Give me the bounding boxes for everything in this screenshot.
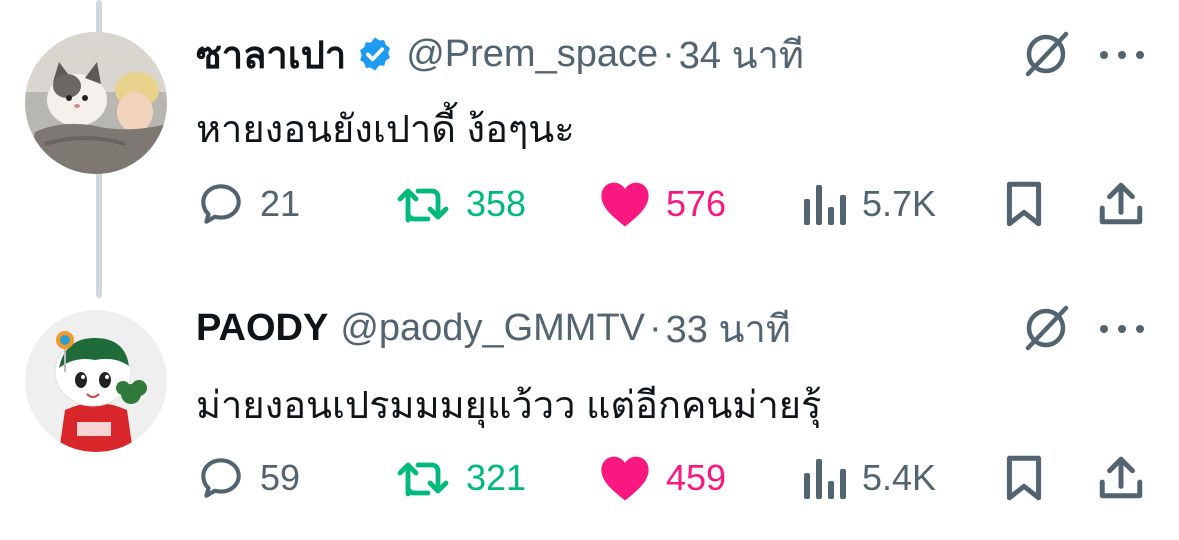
- separator: ·: [662, 32, 675, 75]
- reply-button[interactable]: 21: [196, 174, 300, 234]
- tweet-1[interactable]: ซาลาเปา @Prem_space · 34 นาที หายงอนยังเ…: [0, 0, 1179, 270]
- share-icon: [1099, 456, 1143, 499]
- action-bar: 21 358 576 5.7K: [0, 174, 1179, 234]
- views-icon: [804, 459, 846, 499]
- bookmark-button[interactable]: [1002, 448, 1046, 508]
- reply-icon: [201, 458, 241, 498]
- share-button[interactable]: [1098, 174, 1144, 234]
- views-button[interactable]: 5.7K: [802, 174, 936, 234]
- reply-button[interactable]: 59: [196, 448, 300, 508]
- like-button[interactable]: 459: [598, 448, 726, 508]
- bookmark-icon: [1006, 181, 1042, 227]
- tweet-text: หายงอนยังเปาดี้ ง้อๆนะ: [196, 109, 575, 151]
- grok-icon[interactable]: [1018, 26, 1074, 82]
- heart-icon: [601, 456, 649, 501]
- action-bar: 59 321 459 5.4K: [0, 448, 1179, 508]
- timestamp[interactable]: 34 นาที: [679, 24, 804, 85]
- retweet-icon: [397, 462, 449, 497]
- reply-count: 21: [260, 183, 301, 224]
- share-button[interactable]: [1098, 448, 1144, 508]
- retweet-count: 321: [466, 457, 527, 498]
- separator: ·: [649, 306, 662, 349]
- reply-icon: [201, 184, 241, 224]
- retweet-button[interactable]: 358: [396, 174, 526, 234]
- like-button[interactable]: 576: [598, 174, 726, 234]
- bookmark-icon: [1006, 455, 1042, 501]
- timestamp[interactable]: 33 นาที: [666, 298, 791, 359]
- like-count: 576: [666, 183, 727, 224]
- avatar-paody[interactable]: [25, 310, 167, 452]
- tweet-2[interactable]: PAODY @paody_GMMTV · 33 นาที ม่ายงอนเปรม…: [0, 270, 1179, 540]
- tweet-header: PAODY @paody_GMMTV · 33 นาที: [196, 298, 791, 358]
- more-icon[interactable]: [1096, 319, 1148, 339]
- retweet-icon: [397, 188, 449, 223]
- views-icon: [804, 185, 846, 225]
- grok-icon[interactable]: [1018, 300, 1074, 356]
- tweet-text: ม่ายงอนเปรมมมยุแว้วว แต่อีกคนม่ายรุ้: [196, 385, 822, 427]
- more-icon[interactable]: [1096, 45, 1148, 65]
- handle[interactable]: @paody_GMMTV: [340, 307, 645, 350]
- heart-icon: [601, 182, 649, 227]
- like-count: 459: [666, 457, 727, 498]
- reply-count: 59: [260, 457, 301, 498]
- bookmark-button[interactable]: [1002, 174, 1046, 234]
- views-count: 5.7K: [862, 183, 937, 224]
- views-button[interactable]: 5.4K: [802, 448, 936, 508]
- avatar-prem-space[interactable]: [25, 32, 167, 174]
- retweet-button[interactable]: 321: [396, 448, 526, 508]
- retweet-count: 358: [466, 183, 527, 224]
- handle[interactable]: @Prem_space: [406, 33, 658, 76]
- share-icon: [1099, 182, 1143, 225]
- views-count: 5.4K: [862, 457, 937, 498]
- display-name[interactable]: ซาลาเปา: [196, 24, 346, 85]
- tweet-header: ซาลาเปา @Prem_space · 34 นาที: [196, 24, 804, 84]
- display-name[interactable]: PAODY: [196, 307, 328, 350]
- verified-badge-icon: [360, 37, 391, 71]
